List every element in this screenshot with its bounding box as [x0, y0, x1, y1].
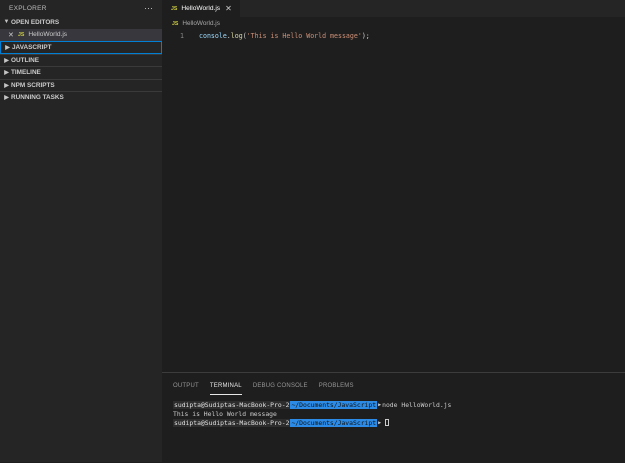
- section-label: OPEN EDITORS: [11, 18, 60, 26]
- explorer-header: EXPLORER ···: [0, 0, 162, 16]
- javascript-file-icon: JS: [171, 5, 178, 12]
- section-timeline[interactable]: ▶ TIMELINE: [0, 66, 162, 79]
- tab-helloworld[interactable]: JS HelloWorld.js ✕: [162, 0, 240, 17]
- chevron-right-icon: ▶: [5, 44, 10, 51]
- javascript-file-icon: JS: [18, 31, 25, 38]
- section-outline[interactable]: ▶ OUTLINE: [0, 53, 162, 67]
- chevron-down-icon: ▼: [3, 19, 10, 26]
- panel-tab-bar: OUTPUT TERMINAL DEBUG CONSOLE PROBLEMS: [162, 373, 625, 395]
- section-label: OUTLINE: [11, 56, 40, 64]
- prompt-user: sudipta@Sudiptas-MacBook-Pro-2: [173, 418, 291, 427]
- tab-problems[interactable]: PROBLEMS: [319, 383, 354, 395]
- code-token-close: );: [361, 32, 370, 40]
- more-actions-icon[interactable]: ···: [144, 3, 153, 13]
- explorer-sidebar: EXPLORER ··· ▼ OPEN EDITORS ✕ JS HelloWo…: [0, 0, 162, 462]
- section-label: RUNNING TASKS: [11, 94, 64, 102]
- open-editor-item-helloworld[interactable]: ✕ JS HelloWorld.js: [0, 28, 162, 41]
- prompt-arrow-icon: ▶: [378, 419, 382, 426]
- section-javascript[interactable]: ▶ JAVASCRIPT: [0, 41, 162, 54]
- editor-area: JS HelloWorld.js ✕ JS HelloWorld.js 1 co…: [162, 0, 625, 372]
- chevron-right-icon: ▶: [4, 70, 9, 77]
- code-token-object: console: [199, 32, 227, 40]
- terminal-command: node HelloWorld.js: [382, 400, 452, 409]
- tab-output[interactable]: OUTPUT: [173, 383, 199, 395]
- open-editor-filename: HelloWorld.js: [28, 31, 68, 39]
- breadcrumb-file[interactable]: HelloWorld.js: [182, 20, 220, 27]
- terminal-line: sudipta@Sudiptas-MacBook-Pro-2 ~/Documen…: [173, 418, 625, 427]
- chevron-right-icon: ▶: [4, 57, 9, 64]
- tab-label: HelloWorld.js: [181, 5, 221, 12]
- close-icon[interactable]: ✕: [8, 31, 18, 39]
- prompt-path: ~/Documents/JavaScript: [290, 400, 378, 409]
- tab-terminal[interactable]: TERMINAL: [209, 383, 242, 395]
- terminal-cursor: [385, 419, 390, 426]
- chevron-right-icon: ▶: [4, 82, 9, 89]
- section-open-editors[interactable]: ▼ OPEN EDITORS: [0, 16, 162, 29]
- terminal-line: sudipta@Sudiptas-MacBook-Pro-2 ~/Documen…: [173, 400, 625, 409]
- section-running-tasks[interactable]: ▶ RUNNING TASKS: [0, 91, 162, 104]
- line-number: 1: [180, 32, 184, 40]
- prompt-path: ~/Documents/JavaScript: [290, 418, 378, 427]
- code-line[interactable]: 1 console. log('This is Hello World messa…: [162, 30, 625, 42]
- section-label: JAVASCRIPT: [12, 43, 52, 51]
- section-npm-scripts[interactable]: ▶ NPM SCRIPTS: [0, 78, 162, 92]
- chevron-right-icon: ▶: [4, 95, 9, 102]
- explorer-title: EXPLORER: [9, 4, 47, 12]
- section-label: NPM SCRIPTS: [11, 81, 55, 89]
- terminal[interactable]: sudipta@Sudiptas-MacBook-Pro-2 ~/Documen…: [162, 395, 625, 427]
- section-label: TIMELINE: [11, 69, 41, 77]
- editor-tab-bar: JS HelloWorld.js ✕: [162, 0, 625, 17]
- code-token-string: 'This is Hello World message': [246, 32, 362, 40]
- close-icon[interactable]: ✕: [225, 4, 232, 13]
- code-token-function: log: [230, 32, 243, 40]
- bottom-panel: OUTPUT TERMINAL DEBUG CONSOLE PROBLEMS s…: [162, 372, 625, 463]
- prompt-user: sudipta@Sudiptas-MacBook-Pro-2: [173, 400, 291, 409]
- breadcrumb[interactable]: JS HelloWorld.js: [162, 17, 625, 30]
- javascript-file-icon: JS: [172, 20, 179, 27]
- terminal-output: This is Hello World message: [173, 409, 625, 418]
- terminal-output-text: This is Hello World message: [173, 409, 277, 418]
- tab-debug-console[interactable]: DEBUG CONSOLE: [253, 383, 308, 395]
